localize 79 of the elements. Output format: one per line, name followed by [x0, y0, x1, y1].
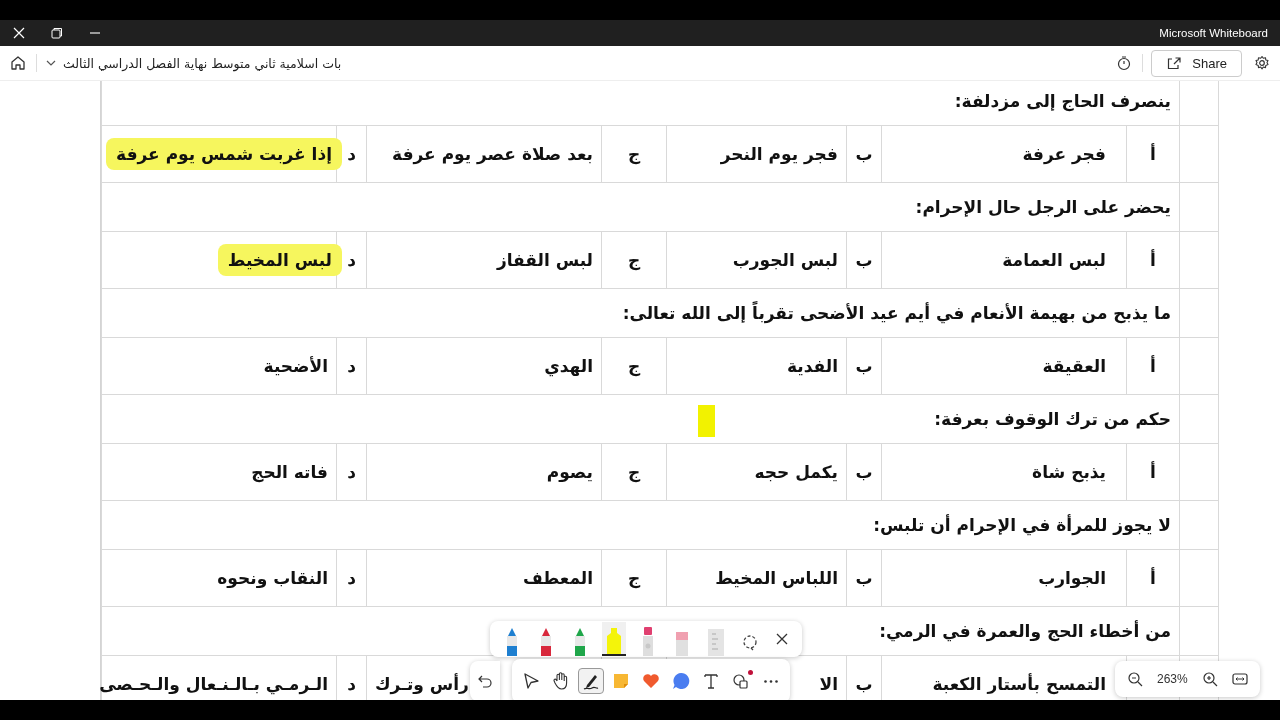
option-letter: ب: [855, 674, 873, 694]
option-letter: د: [347, 568, 356, 588]
option-text: اللباس المخيط: [715, 568, 838, 588]
option-text: الأضحية: [263, 356, 328, 376]
shapes-icon: [731, 671, 751, 691]
option-text: فجر يوم النحر: [720, 144, 838, 164]
option-text: لبس القفاز: [496, 250, 593, 270]
option-letter: ب: [855, 356, 873, 376]
option-text: إذا غربت شمس يوم عرفة: [106, 138, 342, 170]
option-text: الفدية: [787, 356, 838, 376]
option-letter: أ: [1150, 356, 1156, 376]
option-text: الـرمـي بـالـنـعال والـحـصى: [99, 674, 328, 694]
settings-icon: [1254, 55, 1270, 71]
option-text: التمسح بأستار الكعبة: [932, 674, 1106, 694]
ruler-icon: [706, 626, 726, 656]
zoom-in-icon: [1201, 671, 1218, 687]
option-text: لبس الجورب: [732, 250, 838, 270]
undo-button[interactable]: [470, 661, 500, 700]
option-text: رأس وتـرك: [375, 674, 469, 694]
question-text: ما يذبح من بهيمة الأنعام في أيم عيد الأضحى تقرباً إلى الله تعالى:: [101, 289, 1179, 338]
close-icon: [776, 633, 788, 645]
option-text: النقاب ونحوه: [217, 568, 328, 588]
zoom-in-button[interactable]: [1201, 671, 1218, 687]
option-text: فاته الحج: [251, 462, 328, 482]
option-letter: أ: [1150, 462, 1156, 482]
option-text: المعطف: [523, 568, 593, 588]
home-icon: [10, 55, 26, 71]
option-text: الجوارب: [1038, 568, 1106, 588]
inking-button[interactable]: [578, 668, 604, 694]
option-letter: د: [347, 250, 356, 270]
share-icon: [1166, 55, 1183, 71]
share-button[interactable]: Share: [1151, 49, 1242, 77]
highlighter-stroke: [698, 405, 715, 437]
sticky-note-icon: [611, 671, 631, 691]
undo-icon: [478, 674, 492, 688]
option-letter: ج: [627, 462, 641, 482]
option-letter: د: [347, 144, 356, 164]
heart-icon: [641, 671, 661, 691]
zoom-out-icon: [1127, 671, 1143, 687]
question-text: ينصرف الحاج إلى مزدلفة:: [101, 81, 1179, 126]
close-icon: [13, 27, 25, 39]
option-text: العقيقة: [1042, 356, 1106, 376]
fit-to-screen-button[interactable]: [1231, 671, 1248, 687]
option-letter: ب: [855, 250, 873, 270]
option-letter: ج: [627, 356, 641, 376]
option-text: يكمل حجه: [754, 462, 838, 482]
board-name-dropdown[interactable]: بات اسلامية ثاني متوسط نهاية الفصل الدراسي الثالث: [45, 55, 342, 71]
option-text: الهدي: [544, 356, 593, 376]
window-title: Microsoft Whiteboard: [1159, 27, 1268, 39]
question-text: لا يجوز للمرأة في الإحرام أن تلبس:: [101, 501, 1179, 550]
option-text: فجر عرفة: [1022, 144, 1106, 164]
zoom-out-button[interactable]: [1127, 671, 1143, 687]
option-letter: أ: [1150, 144, 1156, 164]
option-letter: أ: [1150, 250, 1156, 270]
text-icon: [701, 671, 721, 691]
more-icon: [764, 679, 778, 683]
option-letter: ب: [855, 144, 873, 164]
option-text: بعد صلاة عصر يوم عرفة: [392, 144, 593, 164]
option-letter: ب: [855, 462, 873, 482]
fit-width-icon: [1231, 671, 1248, 687]
option-text: الا: [819, 674, 838, 694]
option-letter: ج: [627, 250, 641, 270]
pointer-icon: [521, 671, 541, 691]
option-letter: د: [347, 356, 356, 376]
zoom-level: 263%: [1157, 672, 1188, 686]
option-text: يذبح شاة: [1032, 462, 1106, 482]
timer-icon: [1116, 55, 1133, 71]
speech-bubble-icon: [671, 671, 691, 691]
question-text: يحضر على الرجل حال الإحرام:: [101, 183, 1179, 232]
option-letter: د: [347, 462, 356, 482]
option-letter: ب: [855, 568, 873, 588]
option-letter: ج: [627, 568, 641, 588]
option-letter: د: [347, 674, 356, 694]
option-letter: أ: [1150, 568, 1156, 588]
restore-icon: [51, 27, 63, 39]
option-text: يصوم: [546, 462, 593, 482]
option-text: لبس العمامة: [1002, 250, 1106, 270]
option-letter: ج: [627, 144, 641, 164]
option-text: لبس المخيط: [217, 244, 342, 276]
